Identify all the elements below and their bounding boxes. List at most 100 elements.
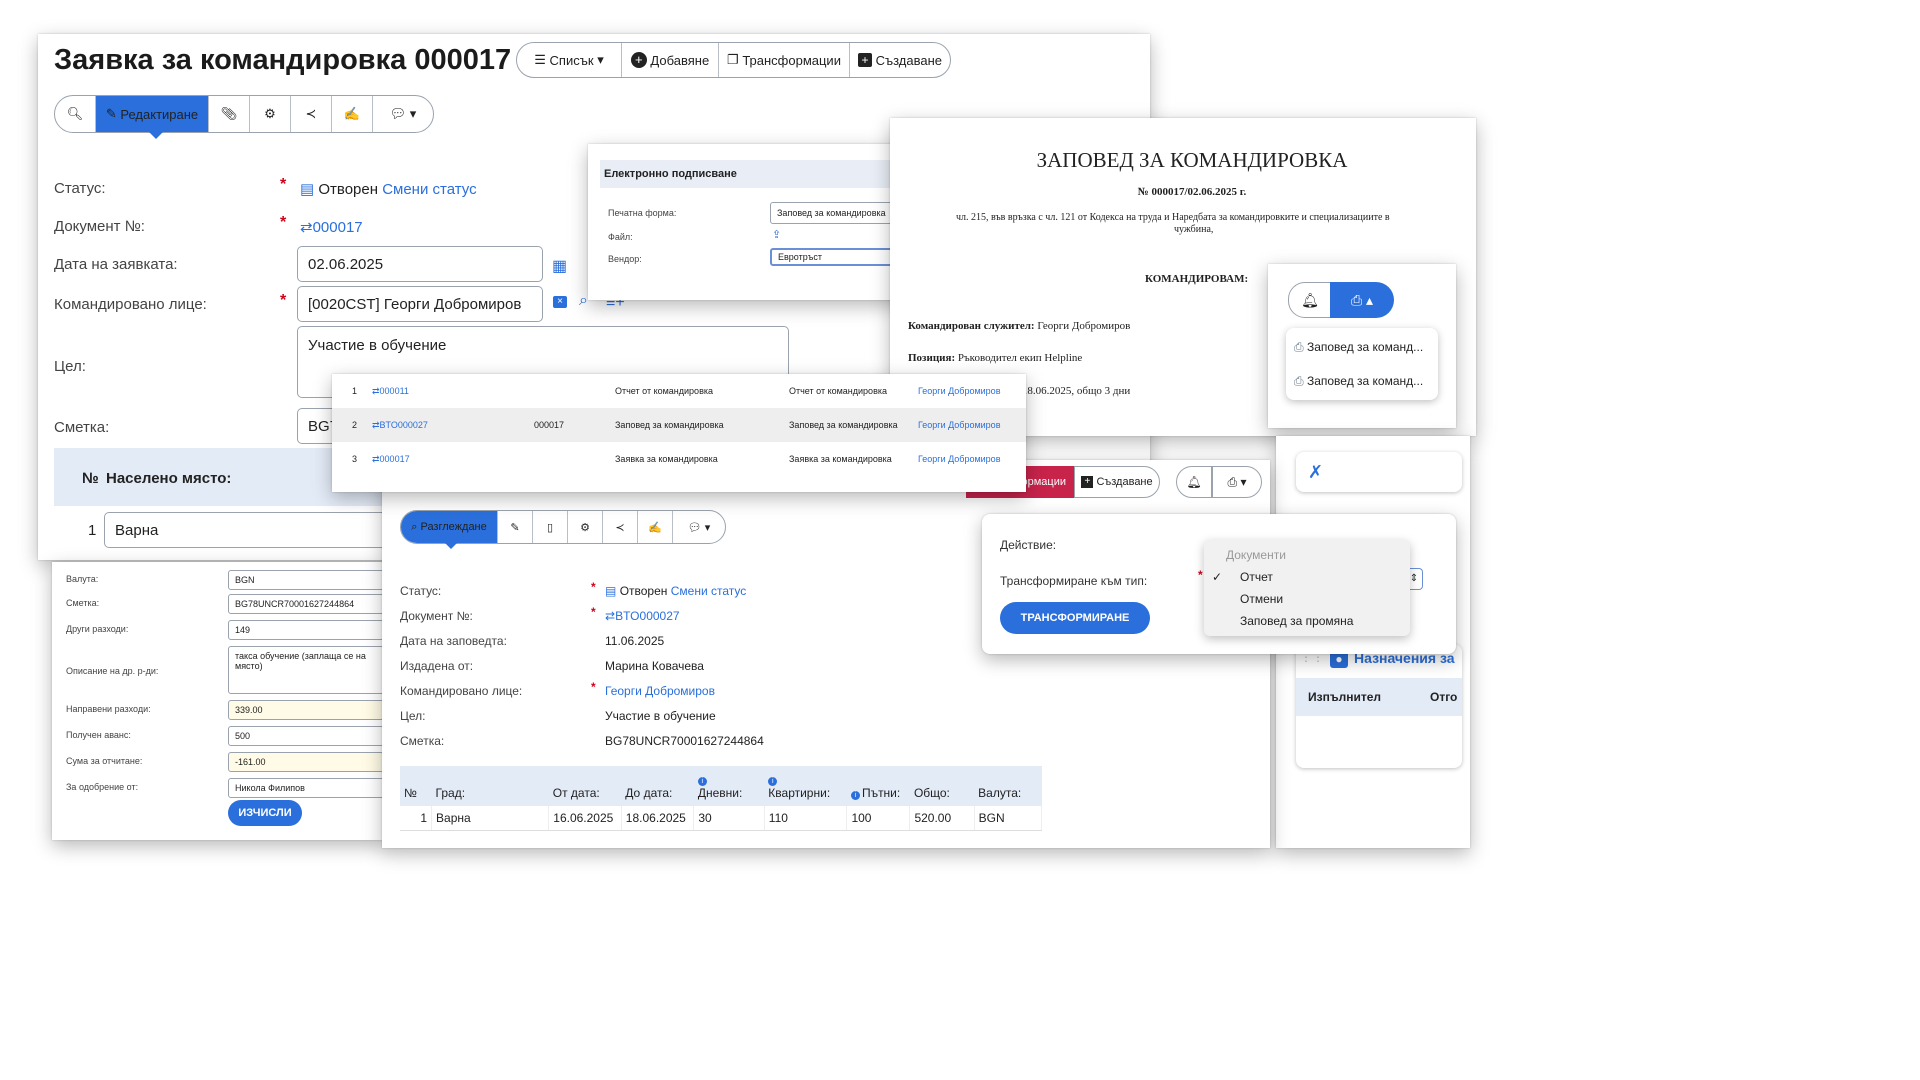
document-link[interactable]: Георги Добромиров <box>918 454 1000 464</box>
attachment-button[interactable]: 📎︎ <box>209 96 250 132</box>
field-label: Сметка: <box>400 734 445 748</box>
info-icon[interactable]: i <box>697 777 707 786</box>
field-value[interactable]: ⇄BTO000027 <box>605 609 680 623</box>
field-label: Дата на заповедта: <box>400 634 507 648</box>
table-row[interactable]: 1 ⇄000011 Отчет от командировка Отчет от ко… <box>332 374 1026 408</box>
edit-button[interactable]: ✎ Редактиране <box>96 96 209 132</box>
transformations-button[interactable]: ❐ Трансформации <box>719 43 850 77</box>
document-link[interactable]: ⇄BTO000027 <box>372 420 428 431</box>
share-button[interactable]: ≺ <box>291 96 332 132</box>
table-cell: Отчет от командировка <box>615 386 713 396</box>
transform-button[interactable]: ТРАНСФОРМИРАНЕ <box>1000 602 1150 634</box>
attachment-button[interactable]: ▯ <box>533 511 568 543</box>
print-menu-item[interactable]: ⎙ Заповед за команд... <box>1294 340 1423 355</box>
request-date-input[interactable]: 02.06.2025 <box>297 246 543 282</box>
search-button[interactable]: 🔍︎ <box>55 96 96 132</box>
printer-icon: ⎙ <box>1350 291 1363 308</box>
chevron-down-icon: ▾ <box>597 52 604 67</box>
form-input[interactable]: 149 <box>228 620 384 640</box>
form-input[interactable]: 339.00 <box>228 700 384 720</box>
print-button[interactable]: ⎙ ▴ <box>1330 282 1394 318</box>
print-menu-item[interactable]: ⎙ Заповед за команд... <box>1294 374 1423 389</box>
refresh-icon: ⇄ <box>300 219 313 236</box>
document-link[interactable]: ⇄000011 <box>372 386 409 397</box>
sign-button[interactable]: ✍ <box>332 96 373 132</box>
print-button[interactable]: ⎙ ▾ <box>1212 466 1262 498</box>
tools-icon: ✗ <box>1308 461 1324 482</box>
document-number-link[interactable]: ⇄000017 <box>300 218 363 236</box>
table-cell: 110 <box>764 806 848 831</box>
bell-plus-icon: 🔔︎ <box>1186 475 1202 489</box>
table-cell: Заповед за командировка <box>789 420 898 430</box>
dropdown-option[interactable]: Отчет <box>1240 570 1273 584</box>
add-button[interactable]: + Добавяне <box>622 43 719 77</box>
field-value: Участие в обучение <box>605 709 716 723</box>
change-status-link[interactable]: Смени статус <box>671 584 747 598</box>
view-button[interactable]: ⌕ Разглеждане <box>401 511 498 543</box>
list-button[interactable]: ☰ Списък ▾ <box>517 43 622 77</box>
form-input[interactable]: 500 <box>228 726 384 746</box>
field-label: Командировано лице: <box>400 684 523 698</box>
info-icon[interactable]: i <box>850 791 860 800</box>
tools-button[interactable]: ✗ <box>1296 452 1462 492</box>
comments-button[interactable]: 💬︎ ▾ <box>673 511 725 543</box>
document-link[interactable]: Георги Добромиров <box>918 386 1000 396</box>
table-row[interactable]: 2 ⇄BTO000027 000017 Заповед за командировка… <box>332 408 1026 442</box>
table-cell: 1 <box>400 806 433 831</box>
document-icon: ▤ <box>300 181 315 198</box>
order-legal-text: чл. 215, във връзка с чл. 121 от Кодекса… <box>956 212 1390 223</box>
clear-icon[interactable]: × <box>553 296 567 308</box>
plus-circle-icon: + <box>630 52 647 68</box>
comments-button[interactable]: 💬︎ ▾ <box>373 96 433 132</box>
column-header-place: Населено място: <box>106 470 232 487</box>
upload-icon[interactable]: ⇪ <box>772 228 781 241</box>
form-input[interactable]: такса обучение (заплаща се на място) <box>228 646 384 694</box>
print-menu-list: ⎙ Заповед за команд... ⎙ Заповед за кома… <box>1286 328 1438 400</box>
field-value[interactable]: Георги Добромиров <box>605 684 715 698</box>
form-input[interactable]: -161.00 <box>228 752 384 772</box>
field-value: ▤ Отворен Смени статус <box>605 584 747 598</box>
calendar-icon[interactable]: ▦ <box>552 256 567 276</box>
column-header: Общо: <box>913 786 950 800</box>
table-row[interactable]: 3 ⇄000017 Заявка за командировка Заявка за … <box>332 442 1026 476</box>
check-icon: ✓ <box>1212 570 1223 584</box>
document-link[interactable]: ⇄000017 <box>372 454 410 465</box>
form-label: Направени разходи: <box>66 704 151 714</box>
info-icon[interactable]: i <box>768 777 778 786</box>
pencil-icon: ✎ <box>510 521 520 534</box>
edit-button[interactable]: ✎ <box>498 511 533 543</box>
row-number: 1 <box>88 522 97 539</box>
create-button[interactable]: + Създаване <box>850 43 950 77</box>
form-input[interactable]: BGN <box>228 570 384 590</box>
change-status-link[interactable]: Смени статус <box>382 181 476 198</box>
users-settings-button[interactable]: ⚙ <box>568 511 603 543</box>
search-icon[interactable]: ⌕ <box>579 292 588 310</box>
required-mark: * <box>1198 568 1203 582</box>
signature-icon: ✍ <box>343 106 361 121</box>
share-button[interactable]: ≺ <box>603 511 638 543</box>
table-cell: Заповед за командировка <box>615 420 724 430</box>
order-legal-text-2: чужбина, <box>1174 224 1214 235</box>
table-cell: 000017 <box>534 420 565 430</box>
account-label: Сметка: <box>54 419 110 436</box>
dropdown-option[interactable]: Заповед за промяна <box>1240 614 1353 628</box>
users-settings-button[interactable]: ⚙ <box>250 96 291 132</box>
column-header: Валута: <box>978 786 1022 800</box>
transform-type-dropdown: Документи ✓ Отчет Отмени Заповед за пром… <box>1204 540 1410 636</box>
users-gear-icon: ⚙ <box>264 106 276 121</box>
top-toolbar: ☰ Списък ▾ + Добавяне ❐ Трансформации + … <box>516 42 951 78</box>
form-input[interactable]: Никола Филипов <box>228 778 384 798</box>
file-label: Файл: <box>608 232 633 242</box>
sign-button[interactable]: ✍ <box>638 511 673 543</box>
create-button[interactable]: + Създаване <box>1074 466 1160 498</box>
required-mark: * <box>591 605 596 619</box>
document-icon: ▤ <box>605 584 617 598</box>
notify-button[interactable]: 🔔︎ <box>1288 282 1332 318</box>
calculate-button[interactable]: ИЗЧИСЛИ <box>228 800 302 826</box>
notify-button[interactable]: 🔔︎ <box>1176 466 1212 498</box>
form-input[interactable]: BG78UNCR70001627244864 <box>228 594 384 614</box>
dropdown-option[interactable]: Отмени <box>1240 592 1283 606</box>
status-value: ▤ Отворен Смени статус <box>300 181 477 198</box>
traveler-input[interactable]: [0020CST] Георги Добромиров <box>297 286 543 322</box>
document-link[interactable]: Георги Добромиров <box>918 420 1000 430</box>
